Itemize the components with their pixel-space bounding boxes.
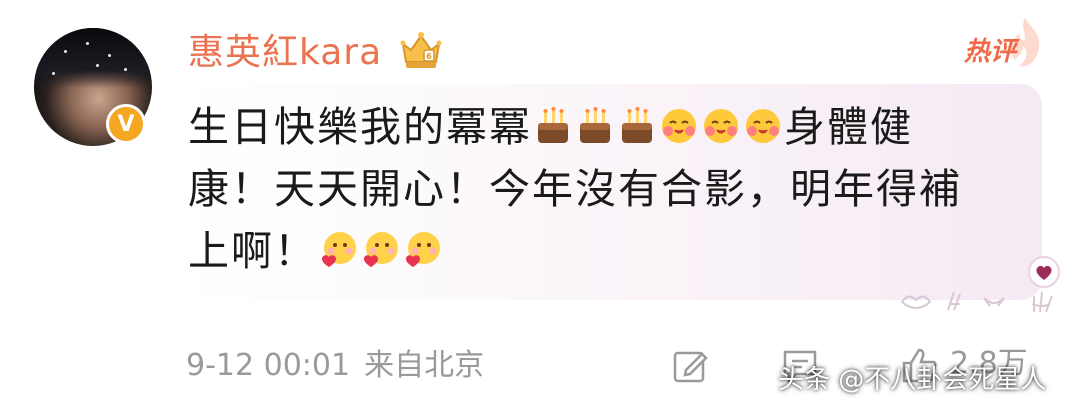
comment-line1-tail: 身體健: [784, 103, 913, 151]
love-emoji-icon: [359, 229, 401, 271]
cake-emoji-icon: [574, 105, 616, 147]
hand-gestures-icon: [900, 291, 1053, 313]
hot-comment-tag: 热评: [964, 37, 1017, 67]
hug-emoji-icon: [700, 105, 742, 147]
verified-badge-icon: V: [106, 104, 146, 144]
sparkle: [64, 50, 67, 53]
comment-line2: 康！天天開心！今年沒有合影，明年得補: [188, 165, 962, 213]
cake-emoji-icon: [616, 105, 658, 147]
source-location: 来自北京: [364, 348, 485, 383]
watermark: 头条 @不八卦会死星人: [778, 365, 1047, 395]
timestamp: 9-12 00:01: [186, 348, 351, 383]
hug-emoji-icon: [658, 105, 700, 147]
love-emoji-icon: [317, 229, 359, 271]
comment-text: 生日快樂我的冪冪 身體健 康！天天開心！今年沒有合影，明年得補 上啊！: [188, 96, 1008, 282]
username[interactable]: 惠英紅kara: [188, 28, 382, 78]
sparkle: [52, 72, 55, 75]
comment-meta: 9-12 00:01 来自北京: [186, 344, 484, 388]
sparkle: [124, 68, 127, 71]
heart-badge-icon: [1028, 256, 1060, 288]
sparkle: [86, 42, 89, 45]
sparkle: [96, 64, 99, 67]
comment-line1-text: 生日快樂我的冪冪: [188, 103, 532, 151]
avatar-hair: [34, 28, 152, 88]
svg-text:6: 6: [426, 52, 432, 61]
love-emoji-icon: [401, 229, 443, 271]
edit-icon[interactable]: [670, 346, 710, 386]
cake-emoji-icon: [532, 105, 574, 147]
comment-line3: 上啊！: [188, 227, 317, 275]
hug-emoji-icon: [742, 105, 784, 147]
sparkle: [108, 54, 111, 57]
crown-icon: 6: [400, 32, 442, 68]
